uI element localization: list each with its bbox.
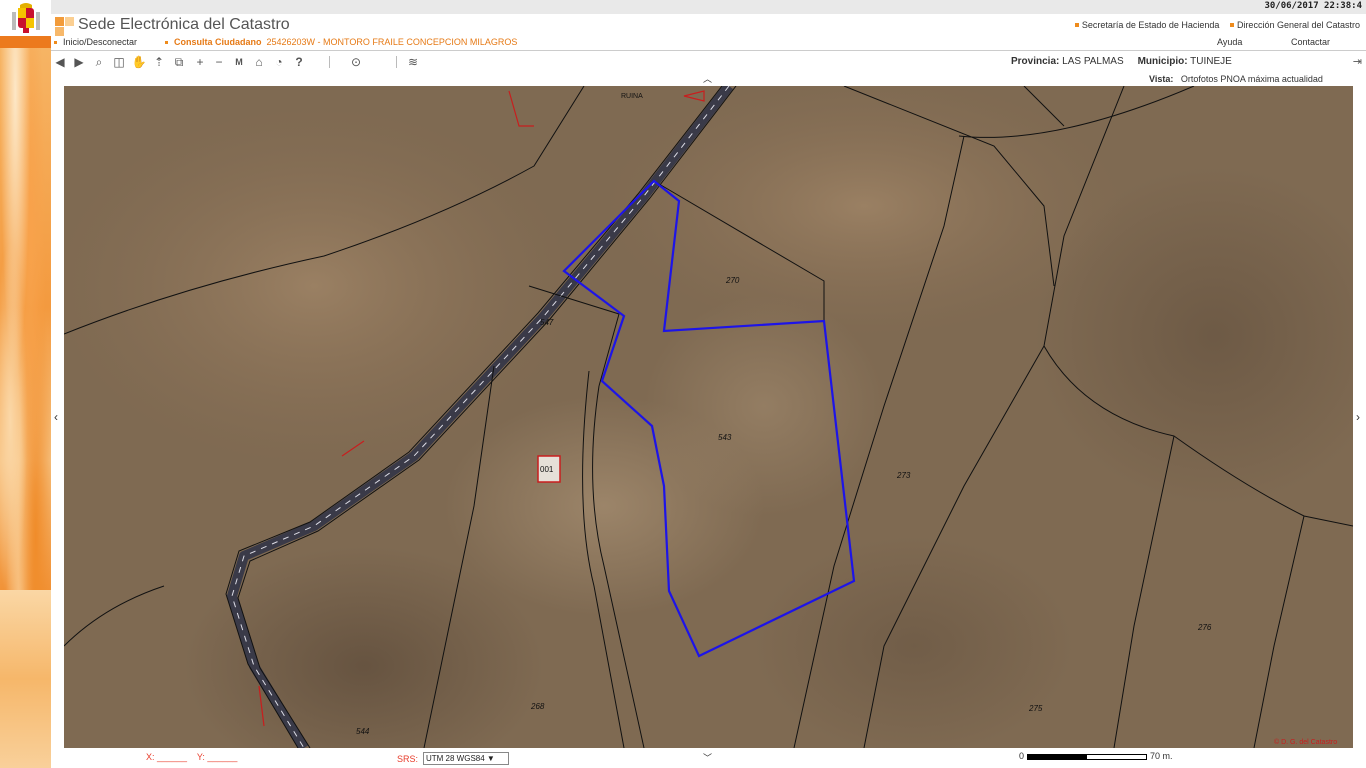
scale-bar <box>1027 754 1147 760</box>
bullet-icon <box>1074 23 1079 28</box>
layers-icon[interactable]: ≋ <box>405 55 421 69</box>
nav-consulta-label: Consulta Ciudadano <box>174 37 262 47</box>
orange-bar <box>0 36 51 48</box>
municipio-label: Municipio: <box>1137 56 1188 67</box>
pan-left-icon[interactable]: ‹ <box>54 410 58 424</box>
scale-start: 0 <box>1019 751 1025 761</box>
provincia-value: LAS PALMAS <box>1062 56 1124 67</box>
datetime: 30/06/2017 22:38:4 <box>1264 1 1362 11</box>
parcel-label-544: 544 <box>356 727 370 736</box>
y-label: Y: <box>196 752 205 762</box>
back-icon[interactable]: ◀ <box>52 55 68 69</box>
link-direccion[interactable]: Dirección General del Catastro <box>1237 20 1360 30</box>
house-icon[interactable]: ⌂ <box>251 55 267 69</box>
link-secretaria[interactable]: Secretaría de Estado de Hacienda <box>1082 20 1220 30</box>
layers-swap-icon[interactable]: ⧉ <box>171 55 187 69</box>
upload-icon[interactable]: ⇡ <box>151 55 167 69</box>
collapse-up-icon[interactable]: ︿ <box>703 72 712 85</box>
map-copyright: © D. G. del Catastro <box>1274 738 1337 746</box>
parcel-label-543: 543 <box>718 433 732 442</box>
building-label-001: 001 <box>540 465 554 474</box>
bullet-icon <box>54 41 57 45</box>
search-icon[interactable]: ⌕ <box>91 55 107 69</box>
strip-lower <box>0 590 51 768</box>
nav-contact[interactable]: Contactar <box>1291 37 1330 47</box>
nav-consulta[interactable]: Consulta Ciudadano 25426203W - MONTORO F… <box>165 37 517 47</box>
parcel-label-547: 547 <box>540 318 554 327</box>
parcel-label-275: 275 <box>1028 704 1043 713</box>
pin-icon[interactable]: ⊙ <box>348 55 364 69</box>
info-bubble-icon[interactable]: ◔ <box>271 55 287 69</box>
srs-label: SRS: <box>397 754 419 764</box>
left-decorative-strip <box>0 0 51 768</box>
ruina-label: RUINA <box>621 93 643 100</box>
collapse-down-icon[interactable]: ﹀ <box>703 751 712 764</box>
provincia-label: Provincia: <box>1011 56 1060 67</box>
header-links: Secretaría de Estado de Hacienda Direcci… <box>1067 20 1360 30</box>
nav-login-label: Inicio/Desconectar <box>63 37 138 47</box>
municipio-value: TUINEJE <box>1190 56 1232 67</box>
site-title: Sede Electrónica del Catastro <box>78 16 290 33</box>
toolbar-separator <box>396 56 397 68</box>
map-canvas[interactable]: 270 547 543 273 276 275 268 544 001 RUIN… <box>64 86 1353 748</box>
catastro-logo <box>55 17 74 36</box>
top-status-bar: 30/06/2017 22:38:4 <box>51 0 1366 15</box>
location-info: Provincia: LAS PALMAS Municipio: TUINEJE <box>1011 56 1232 67</box>
pan-right-icon[interactable]: › <box>1356 410 1360 424</box>
toolbar-separator <box>329 56 330 68</box>
parcel-label-270: 270 <box>725 276 740 285</box>
parcel-label-268: 268 <box>530 702 545 711</box>
nav-row: Inicio/Desconectar Consulta Ciudadano 25… <box>51 37 1366 49</box>
coat-of-arms-logo <box>12 3 40 33</box>
vista-value[interactable]: Ortofotos PNOA máxima actualidad <box>1181 74 1323 84</box>
view-info: Vista: Ortofotos PNOA máxima actualidad <box>1149 74 1323 84</box>
coordinates: X: ______ Y: ______ <box>146 752 238 762</box>
pan-hand-icon[interactable]: ✋ <box>131 55 147 69</box>
cube-icon[interactable]: ◫ <box>111 55 127 69</box>
x-label: X: <box>146 752 155 762</box>
zoom-out-icon[interactable]: − <box>211 55 227 69</box>
forward-icon[interactable]: ▶ <box>71 55 87 69</box>
scale-end: 70 m. <box>1150 751 1173 761</box>
bullet-icon <box>1229 23 1234 28</box>
measure-icon[interactable]: M <box>231 55 247 69</box>
vista-label: Vista: <box>1149 74 1174 84</box>
nav-reference: 25426203W - MONTORO FRAILE CONCEPCION MI… <box>266 37 518 47</box>
bullet-icon <box>165 41 168 45</box>
zoom-in-icon[interactable]: + <box>192 55 208 69</box>
orthophoto-map[interactable]: 270 547 543 273 276 275 268 544 001 RUIN… <box>64 86 1353 748</box>
map-toolbar: ◀ ▶ ⌕ ◫ ✋ ⇡ ⧉ + − M ⌂ ◔ ? ⊙ ≋ Provincia:… <box>51 51 1366 86</box>
srs-select[interactable]: UTM 28 WGS84 ▼ <box>423 752 509 765</box>
bottom-status-bar: X: ______ Y: ______ SRS: UTM 28 WGS84 ▼ … <box>51 748 1366 768</box>
exit-icon[interactable]: ⇥ <box>1353 55 1362 68</box>
parcel-label-276: 276 <box>1197 623 1212 632</box>
help-icon[interactable]: ? <box>291 55 307 69</box>
nav-help[interactable]: Ayuda <box>1217 37 1242 47</box>
nav-login[interactable]: Inicio/Desconectar <box>54 37 137 47</box>
parcel-label-273: 273 <box>896 471 911 480</box>
header: Sede Electrónica del Catastro Secretaría… <box>51 14 1366 51</box>
